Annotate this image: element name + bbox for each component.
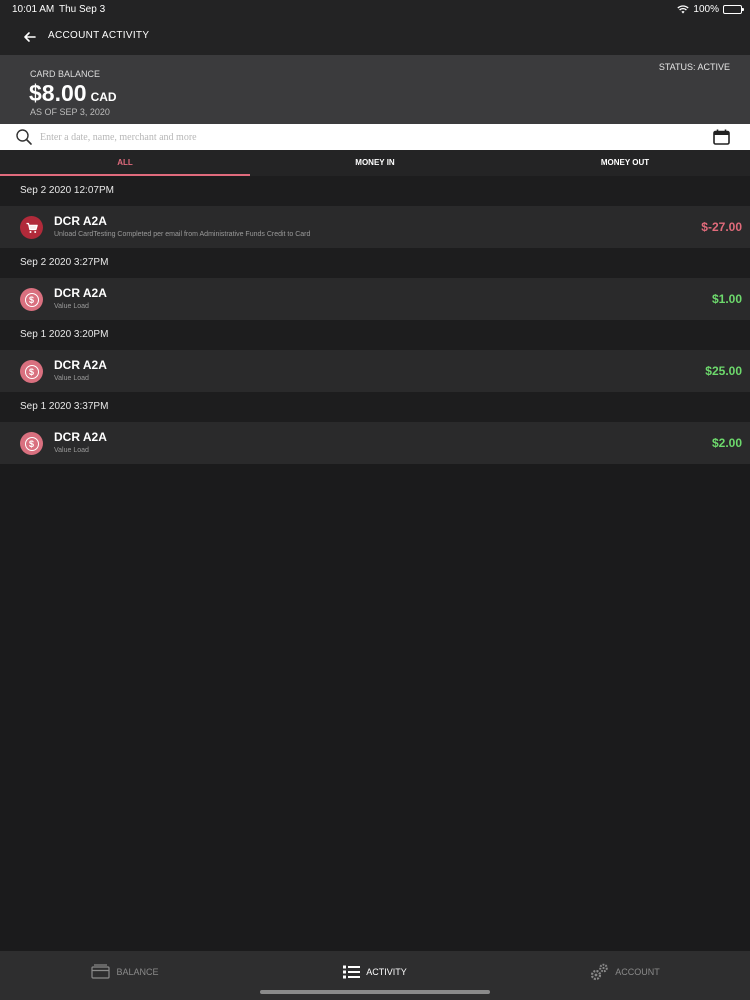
status-time: 10:01 AM xyxy=(12,4,55,15)
wifi-icon xyxy=(677,5,690,14)
transaction-description: Value Load xyxy=(54,375,89,382)
transaction-description: Value Load xyxy=(54,447,89,454)
transaction-row[interactable]: $ DCR A2A Value Load $25.00 xyxy=(0,350,750,392)
transaction-name: DCR A2A xyxy=(54,430,107,444)
transaction-description: Unload CardTesting Completed per email f… xyxy=(54,231,311,238)
nav-activity-label: ACTIVITY xyxy=(366,966,407,977)
nav-balance-label: BALANCE xyxy=(116,966,159,977)
shopping-cart-icon xyxy=(20,216,43,239)
balance-label: CARD BALANCE xyxy=(30,69,101,79)
status-right: 100% xyxy=(677,4,744,15)
balance-as-of: AS OF SEP 3, 2020 xyxy=(30,107,110,117)
date-header: Sep 1 2020 3:20PM xyxy=(0,320,750,350)
back-arrow-icon[interactable] xyxy=(20,27,40,47)
nav-bar: ACCOUNT ACTIVITY xyxy=(0,18,750,55)
calendar-icon[interactable] xyxy=(713,129,730,145)
transaction-name: DCR A2A xyxy=(54,286,107,300)
transaction-row[interactable]: $ DCR A2A Value Load $2.00 xyxy=(0,422,750,464)
balance-value: $8.00 xyxy=(29,80,87,106)
battery-icon xyxy=(723,5,744,14)
dollar-icon: $ xyxy=(20,432,43,455)
balance-panel: CARD BALANCE $8.00 CAD AS OF SEP 3, 2020 … xyxy=(0,55,750,124)
transaction-row[interactable]: $ DCR A2A Value Load $1.00 xyxy=(0,278,750,320)
dollar-icon: $ xyxy=(20,360,43,383)
balance-amount: $8.00 CAD xyxy=(29,80,117,107)
search-bar xyxy=(0,124,750,150)
card-icon xyxy=(91,964,111,979)
filter-tabs: ALL MONEY IN MONEY OUT xyxy=(0,150,750,176)
transaction-amount: $25.00 xyxy=(705,364,742,378)
battery-percent: 100% xyxy=(693,4,719,15)
transaction-amount: $1.00 xyxy=(711,292,742,306)
card-status: STATUS: ACTIVE xyxy=(658,62,730,72)
dollar-icon: $ xyxy=(20,288,43,311)
date-header: Sep 2 2020 12:07PM xyxy=(0,176,750,206)
status-date: Thu Sep 3 xyxy=(59,4,106,15)
transaction-description: Value Load xyxy=(54,303,89,310)
list-icon xyxy=(343,965,361,978)
transaction-list: Sep 2 2020 12:07PM DCR A2A Unload CardTe… xyxy=(0,176,750,464)
tab-money-in[interactable]: MONEY IN xyxy=(250,150,500,176)
search-icon xyxy=(16,129,32,145)
search-input[interactable] xyxy=(40,128,680,146)
transaction-amount: $-27.00 xyxy=(701,220,742,234)
transaction-row[interactable]: DCR A2A Unload CardTesting Completed per… xyxy=(0,206,750,248)
tab-all[interactable]: ALL xyxy=(0,150,250,176)
status-bar: 10:01 AM Thu Sep 3 100% xyxy=(0,0,750,18)
transaction-name: DCR A2A xyxy=(54,358,107,372)
transaction-name: DCR A2A xyxy=(54,214,107,228)
page-title: ACCOUNT ACTIVITY xyxy=(48,30,150,41)
nav-account[interactable]: ACCOUNT xyxy=(500,951,750,1000)
nav-account-label: ACCOUNT xyxy=(615,966,660,977)
nav-balance[interactable]: BALANCE xyxy=(0,951,250,1000)
tab-money-out[interactable]: MONEY OUT xyxy=(500,150,750,176)
transaction-amount: $2.00 xyxy=(711,436,742,450)
balance-currency: CAD xyxy=(90,90,117,104)
date-header: Sep 1 2020 3:37PM xyxy=(0,392,750,422)
home-indicator xyxy=(260,990,490,994)
date-header: Sep 2 2020 3:27PM xyxy=(0,248,750,278)
gears-icon xyxy=(591,963,609,980)
